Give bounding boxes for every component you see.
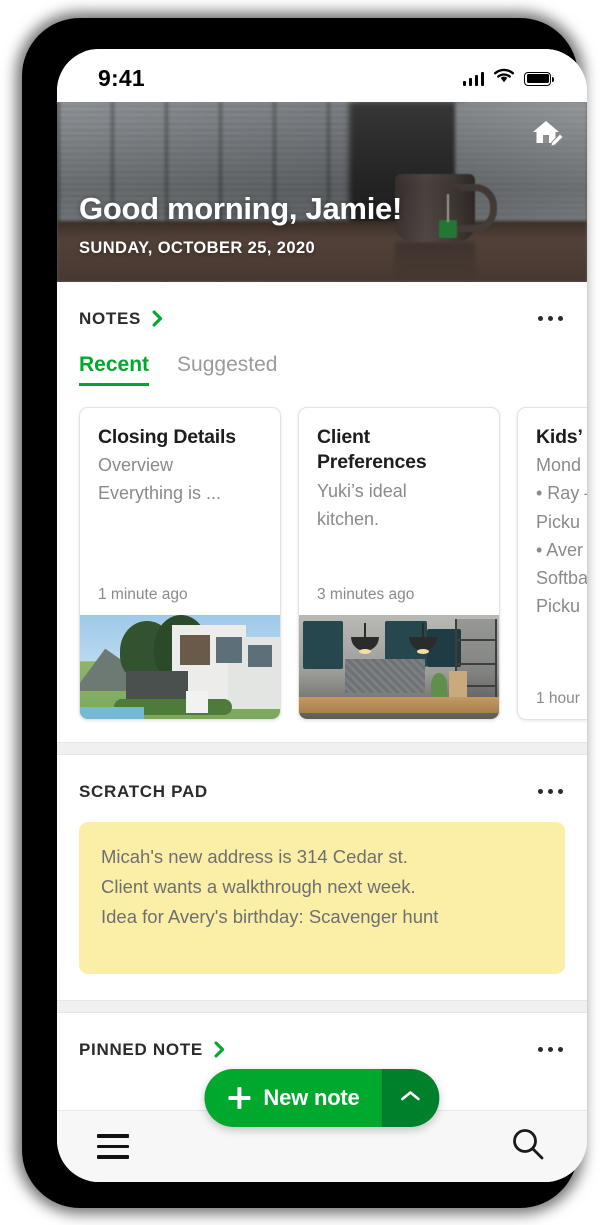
- note-card-snippet: Picku: [536, 511, 581, 532]
- status-bar: 9:41: [57, 49, 587, 102]
- phone-screen: 9:41 Good morning, Jamie! SUNDAY, OCTOBE…: [57, 49, 587, 1182]
- note-card-timestamp: 3 minutes ago: [317, 586, 415, 603]
- status-icons: [462, 68, 554, 89]
- hamburger-menu-icon[interactable]: [97, 1134, 129, 1159]
- greeting-text: Good morning, Jamie!: [79, 191, 402, 226]
- chevron-up-icon: [400, 1089, 422, 1108]
- scratch-pad-header: SCRATCH PAD: [79, 755, 565, 802]
- notes-section-header: NOTES: [79, 282, 565, 329]
- section-divider: [57, 1000, 587, 1013]
- scratch-pad-note[interactable]: Micah's new address is 314 Cedar st. Cli…: [79, 822, 565, 974]
- scratch-pad-section: SCRATCH PAD Micah's new address is 314 C…: [57, 755, 587, 974]
- note-card-snippet: • Aver: [536, 539, 583, 560]
- hero-text: Good morning, Jamie! SUNDAY, OCTOBER 25,…: [79, 191, 402, 258]
- scratch-pad-line: Micah's new address is 314 Cedar st.: [101, 846, 408, 867]
- note-card[interactable]: Kids’ Mond • Ray – Picku • Aver Softba P…: [517, 407, 587, 720]
- note-card-title: Client Preferences: [317, 426, 427, 474]
- home-edit-icon[interactable]: [529, 116, 565, 150]
- pinned-note-title-link[interactable]: PINNED NOTE: [79, 1040, 225, 1060]
- tab-suggested[interactable]: Suggested: [177, 353, 277, 386]
- chevron-right-icon: [152, 310, 163, 327]
- notes-title: NOTES: [79, 308, 142, 328]
- notes-tabs: Recent Suggested: [79, 353, 565, 386]
- new-note-button[interactable]: New note: [204, 1069, 382, 1127]
- scratch-pad-line: Idea for Avery's birthday: Scavenger hun…: [101, 905, 439, 927]
- tab-recent[interactable]: Recent: [79, 353, 150, 386]
- signal-bars-icon: [462, 71, 484, 86]
- pinned-note-header: PINNED NOTE: [79, 1013, 565, 1060]
- note-card-snippet: Overview: [98, 455, 174, 476]
- pinned-note-section: PINNED NOTE: [57, 1013, 587, 1060]
- note-card-timestamp: 1 hour: [536, 690, 580, 707]
- status-time: 9:41: [98, 65, 145, 91]
- new-note-fab[interactable]: New note: [204, 1069, 440, 1127]
- note-card-thumbnail: [80, 615, 280, 719]
- battery-full-icon: [524, 71, 554, 86]
- hero-banner: Good morning, Jamie! SUNDAY, OCTOBER 25,…: [57, 102, 587, 282]
- section-divider: [57, 742, 587, 755]
- note-card[interactable]: Client Preferences Yuki’s ideal kitchen.…: [298, 407, 500, 720]
- pinned-note-title: PINNED NOTE: [79, 1039, 203, 1059]
- note-card-snippet: Everything is ...: [98, 483, 222, 504]
- note-card-title: Closing Details: [98, 426, 236, 448]
- scratch-pad-more-options-icon[interactable]: [536, 781, 565, 802]
- note-card[interactable]: Closing Details Overview Everything is .…: [79, 407, 281, 720]
- note-card-snippet: Picku: [536, 595, 581, 616]
- note-card-snippet: • Ray –: [536, 483, 587, 504]
- note-card-snippet: Softba: [536, 567, 587, 588]
- note-card-snippet: Yuki’s ideal: [317, 480, 407, 501]
- pinned-note-more-options-icon[interactable]: [536, 1039, 565, 1060]
- note-card-timestamp: 1 minute ago: [98, 586, 188, 603]
- note-card-title: Kids’: [536, 426, 583, 448]
- date-text: SUNDAY, OCTOBER 25, 2020: [79, 239, 316, 257]
- new-note-label: New note: [263, 1085, 360, 1110]
- notes-title-link[interactable]: NOTES: [79, 309, 163, 329]
- scratch-pad-title: SCRATCH PAD: [79, 781, 208, 801]
- search-icon[interactable]: [509, 1125, 547, 1168]
- notes-card-carousel[interactable]: Closing Details Overview Everything is .…: [79, 407, 587, 742]
- new-note-dropdown-button[interactable]: [381, 1069, 440, 1127]
- plus-icon: [228, 1087, 251, 1109]
- notes-more-options-icon[interactable]: [536, 308, 565, 329]
- scratch-pad-line: Client wants a walkthrough next week.: [101, 875, 416, 897]
- note-card-snippet: kitchen.: [317, 508, 380, 529]
- wifi-icon: [493, 68, 515, 89]
- note-card-thumbnail: [299, 615, 499, 719]
- notes-section: NOTES Recent Suggested Closing Details O…: [57, 282, 587, 742]
- note-card-snippet: Mond: [536, 455, 582, 476]
- chevron-right-icon: [214, 1041, 225, 1058]
- phone-frame: 9:41 Good morning, Jamie! SUNDAY, OCTOBE…: [22, 18, 587, 1208]
